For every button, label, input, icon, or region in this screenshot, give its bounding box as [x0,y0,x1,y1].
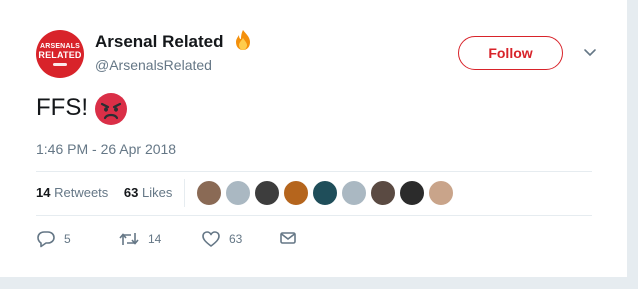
chevron-down-icon[interactable] [583,48,597,58]
liker-avatar[interactable] [254,180,280,206]
like-count: 63 [229,232,243,246]
liker-avatar[interactable] [283,180,309,206]
retweets-stat[interactable]: 14 Retweets [36,185,108,200]
divider [36,215,592,216]
display-name[interactable]: Arsenal Related [95,32,224,52]
angry-face-icon [95,93,127,125]
user-handle[interactable]: @ArsenalsRelated [95,57,212,73]
retweet-count: 14 [148,232,162,246]
retweets-count: 14 [36,185,51,200]
liker-avatar[interactable] [341,180,367,206]
fire-icon [236,30,250,50]
liker-avatar[interactable] [196,180,222,206]
likes-label: Likes [142,185,173,200]
avatar-text-line2: RELATED [38,50,82,60]
reply-icon[interactable] [36,230,56,248]
message-action[interactable] [279,230,297,246]
stats-separator [184,179,185,207]
retweets-label: Retweets [54,185,109,200]
tweet-timestamp[interactable]: 1:46 PM - 26 Apr 2018 [36,141,176,157]
reply-action[interactable]: 5 [36,230,71,248]
liker-avatar[interactable] [225,180,251,206]
likes-stat[interactable]: 63 Likes [124,185,172,200]
liker-avatar[interactable] [399,180,425,206]
tweet-text: FFS! [36,94,88,121]
divider [36,171,592,172]
envelope-icon[interactable] [279,230,297,246]
tweet-actions: 5 14 63 [36,230,596,254]
cannon-icon [53,63,67,66]
avatar[interactable]: ARSENALS RELATED [36,30,84,78]
retweet-icon[interactable] [118,230,140,248]
heart-icon[interactable] [201,230,221,248]
follow-button[interactable]: Follow [458,36,563,70]
retweet-action[interactable]: 14 [118,230,161,248]
liker-avatar[interactable] [428,180,454,206]
likes-count: 63 [123,185,139,200]
reply-count: 5 [64,232,71,246]
engagement-stats: 14 Retweets 63 Likes [36,185,184,200]
liker-avatar[interactable] [370,180,396,206]
like-action[interactable]: 63 [201,230,242,248]
tweet-card: ARSENALS RELATED Arsenal Related @Arsena… [0,0,628,278]
likers-avatars [196,180,457,206]
liker-avatar[interactable] [312,180,338,206]
